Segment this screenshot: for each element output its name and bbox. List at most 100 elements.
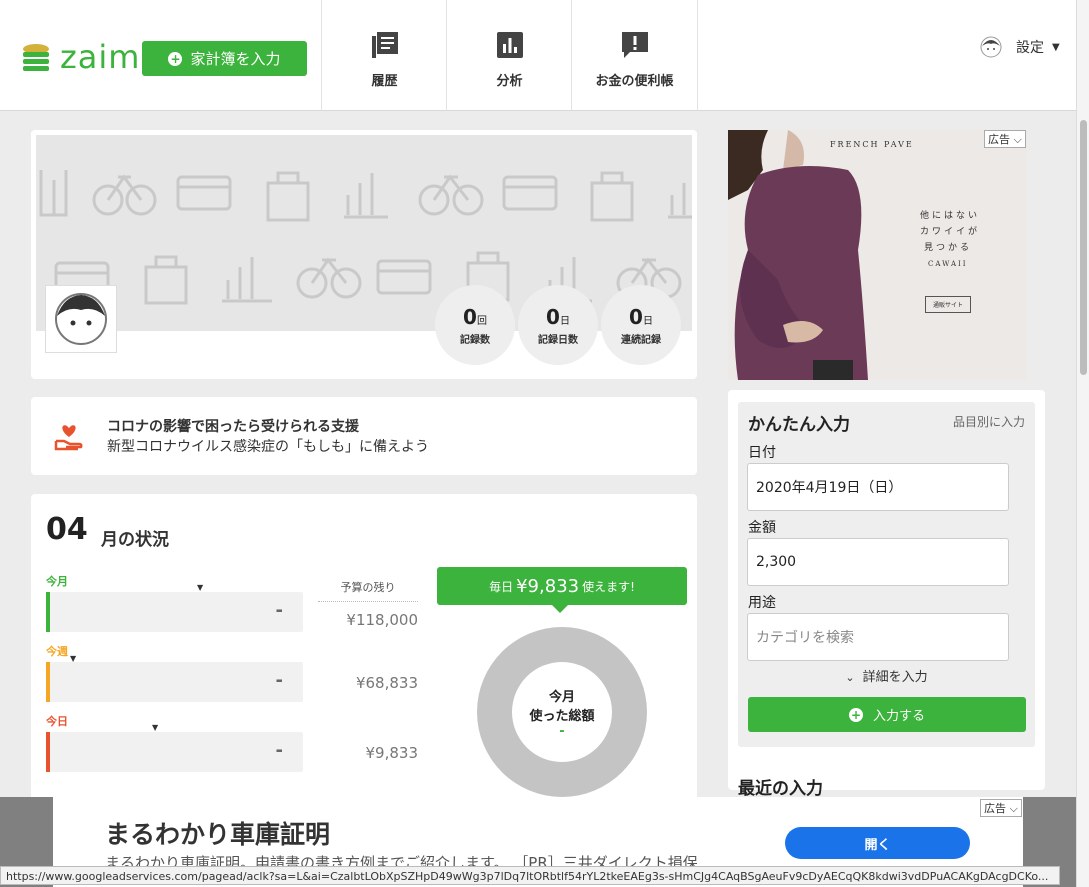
chevron-down-icon: ⌄ bbox=[845, 671, 855, 684]
period-label-month: 今月 bbox=[46, 575, 68, 588]
stat-label: 記録日数 bbox=[538, 334, 578, 346]
plus-icon: + bbox=[168, 51, 183, 66]
browser-status-url: https://www.googleadservices.com/pagead/… bbox=[0, 866, 1060, 885]
stat-label: 記録数 bbox=[460, 334, 490, 346]
settings-label: 設定 bbox=[1016, 40, 1044, 56]
bottom-ad-title: まるわかり車庫証明 bbox=[105, 820, 331, 849]
ad-shop-button[interactable]: 通販サイト bbox=[925, 296, 971, 313]
category-label: 用途 bbox=[748, 595, 776, 611]
spending-donut: 今月 使った総額 - bbox=[477, 627, 647, 797]
donut-value: - bbox=[559, 723, 565, 739]
kakeibo-input-label: 家計簿を入力 bbox=[190, 50, 281, 68]
ad-tagline-4: CAWAII bbox=[928, 260, 968, 268]
daily-prefix: 毎日 bbox=[489, 579, 514, 594]
detail-label: 詳細を入力 bbox=[862, 670, 928, 685]
month-number: 04 bbox=[46, 512, 88, 547]
recent-entries-title: 最近の入力 bbox=[738, 779, 823, 799]
bar-edge bbox=[46, 592, 50, 632]
daily-budget-banner: 毎日 ¥9,833 使えます! bbox=[437, 567, 687, 605]
nav-money-guide-label: お金の便利帳 bbox=[595, 74, 674, 89]
caret-down-icon: ▼ bbox=[1052, 41, 1060, 53]
chart-icon bbox=[496, 32, 523, 58]
zaim-logo[interactable]: zaim bbox=[20, 38, 140, 76]
nav-analysis[interactable]: 分析 bbox=[446, 0, 572, 110]
category-search-input[interactable]: カテゴリを検索 bbox=[747, 613, 1009, 661]
caret-down-icon[interactable]: ▼ bbox=[152, 723, 158, 732]
stat-record-count: 0回 記録数 bbox=[435, 285, 515, 365]
budget-bar-day[interactable]: - bbox=[46, 732, 303, 772]
amount-label: 金額 bbox=[748, 520, 776, 536]
top-header: zaim + 家計簿を入力 履歴 分析 お金の便利帳 設定 ▼ bbox=[0, 0, 1076, 111]
submit-button[interactable]: + 入力する bbox=[748, 697, 1026, 732]
submit-label: 入力する bbox=[872, 709, 925, 724]
bar-edge bbox=[46, 662, 50, 702]
amount-field[interactable]: 2,300 bbox=[747, 538, 1009, 586]
daily-suffix: 使えます! bbox=[582, 579, 635, 594]
date-label: 日付 bbox=[748, 445, 776, 461]
bar-edge bbox=[46, 732, 50, 772]
settings-menu[interactable]: 設定 ▼ bbox=[980, 36, 1060, 58]
budget-bar-week[interactable]: - bbox=[46, 662, 303, 702]
caret-down-icon[interactable]: ▼ bbox=[197, 583, 203, 592]
plus-icon: + bbox=[848, 707, 863, 722]
bar-value: - bbox=[275, 740, 283, 761]
fashion-ad[interactable]: FRENCH PAVE 他にはない カワイイが 見つかる CAWAII 通販サイ… bbox=[728, 130, 1027, 380]
avatar-icon bbox=[980, 36, 1002, 58]
stat-value: 0日 bbox=[546, 304, 570, 329]
date-field[interactable]: 2020年4月19日（日） bbox=[747, 463, 1009, 511]
logo-text: zaim bbox=[60, 38, 141, 76]
monthly-status-card: 04 月の状況 今月 ▼ - 今週 ▼ - 今日 ▼ - 予算の残り ¥118,… bbox=[31, 494, 697, 814]
open-button[interactable]: 開く bbox=[785, 827, 970, 859]
budget-bar-month[interactable]: - bbox=[46, 592, 303, 632]
ad-tagline-1: 他にはない bbox=[920, 211, 981, 221]
banner-pattern-icon bbox=[39, 170, 692, 305]
remaining-budget-header: 予算の残り bbox=[318, 579, 418, 602]
nav-money-guide[interactable]: お金の便利帳 bbox=[571, 0, 698, 110]
profile-avatar[interactable] bbox=[45, 285, 117, 353]
history-icon bbox=[371, 32, 398, 58]
stat-streak: 0日 連続記録 bbox=[601, 285, 681, 365]
donut-line2: 使った総額 bbox=[529, 708, 595, 724]
ad-badge[interactable]: 広告 ⌵ bbox=[980, 799, 1022, 817]
nav-history-label: 履歴 bbox=[371, 74, 398, 89]
corona-support-card[interactable]: コロナの影響で困ったら受けられる支援 新型コロナウイルス感染症の「もしも」に備え… bbox=[31, 397, 697, 475]
fashion-model-image bbox=[728, 130, 1027, 380]
remaining-day: ¥9,833 bbox=[365, 744, 419, 762]
itemized-input-link[interactable]: 品目別に入力 bbox=[953, 413, 1025, 430]
bar-value: - bbox=[275, 600, 283, 621]
stat-value: 0日 bbox=[629, 304, 653, 329]
month-status-label: 月の状況 bbox=[101, 530, 169, 550]
kakeibo-input-button[interactable]: + 家計簿を入力 bbox=[142, 41, 307, 76]
quick-input-card: かんたん入力 品目別に入力 日付 2020年4月19日（日） 金額 2,300 … bbox=[728, 390, 1045, 799]
nav-history[interactable]: 履歴 bbox=[321, 0, 447, 110]
donut-center: 今月 使った総額 - bbox=[512, 662, 612, 762]
period-label-day: 今日 bbox=[46, 715, 68, 728]
user-face-icon bbox=[55, 293, 107, 345]
info-icon bbox=[621, 32, 648, 58]
coin-stack-icon bbox=[23, 44, 49, 71]
stat-value: 0回 bbox=[463, 304, 487, 329]
page-scrollbar[interactable] bbox=[1076, 0, 1089, 887]
period-label-week: 今週 bbox=[46, 645, 68, 658]
scrollbar-thumb[interactable] bbox=[1080, 120, 1087, 375]
ad-badge[interactable]: 広告 ⌵ bbox=[984, 130, 1026, 148]
remaining-month: ¥118,000 bbox=[346, 611, 418, 629]
ad-tagline-2: カワイイが bbox=[920, 227, 981, 237]
heart-hand-icon bbox=[54, 425, 83, 451]
bar-value: - bbox=[275, 670, 283, 691]
profile-card: 0回 記録数 0日 記録日数 0日 連続記録 bbox=[31, 130, 697, 379]
corona-subtitle: 新型コロナウイルス感染症の「もしも」に備えよう bbox=[107, 439, 429, 455]
ad-tagline-3: 見つかる bbox=[924, 243, 973, 253]
ad-brand: FRENCH PAVE bbox=[830, 140, 914, 149]
quick-input-title: かんたん入力 bbox=[748, 415, 850, 435]
quick-input-form: かんたん入力 品目別に入力 日付 2020年4月19日（日） 金額 2,300 … bbox=[738, 402, 1035, 747]
stat-label: 連続記録 bbox=[621, 334, 661, 346]
remaining-week: ¥68,833 bbox=[355, 674, 418, 692]
profile-banner bbox=[36, 135, 692, 331]
donut-line1: 今月 bbox=[548, 689, 575, 705]
corona-title: コロナの影響で困ったら受けられる支援 bbox=[107, 419, 359, 435]
nav-analysis-label: 分析 bbox=[496, 74, 523, 89]
detail-toggle[interactable]: ⌄ 詳細を入力 bbox=[738, 666, 1035, 685]
daily-amount: ¥9,833 bbox=[516, 575, 580, 597]
daily-banner-pointer bbox=[552, 605, 568, 613]
